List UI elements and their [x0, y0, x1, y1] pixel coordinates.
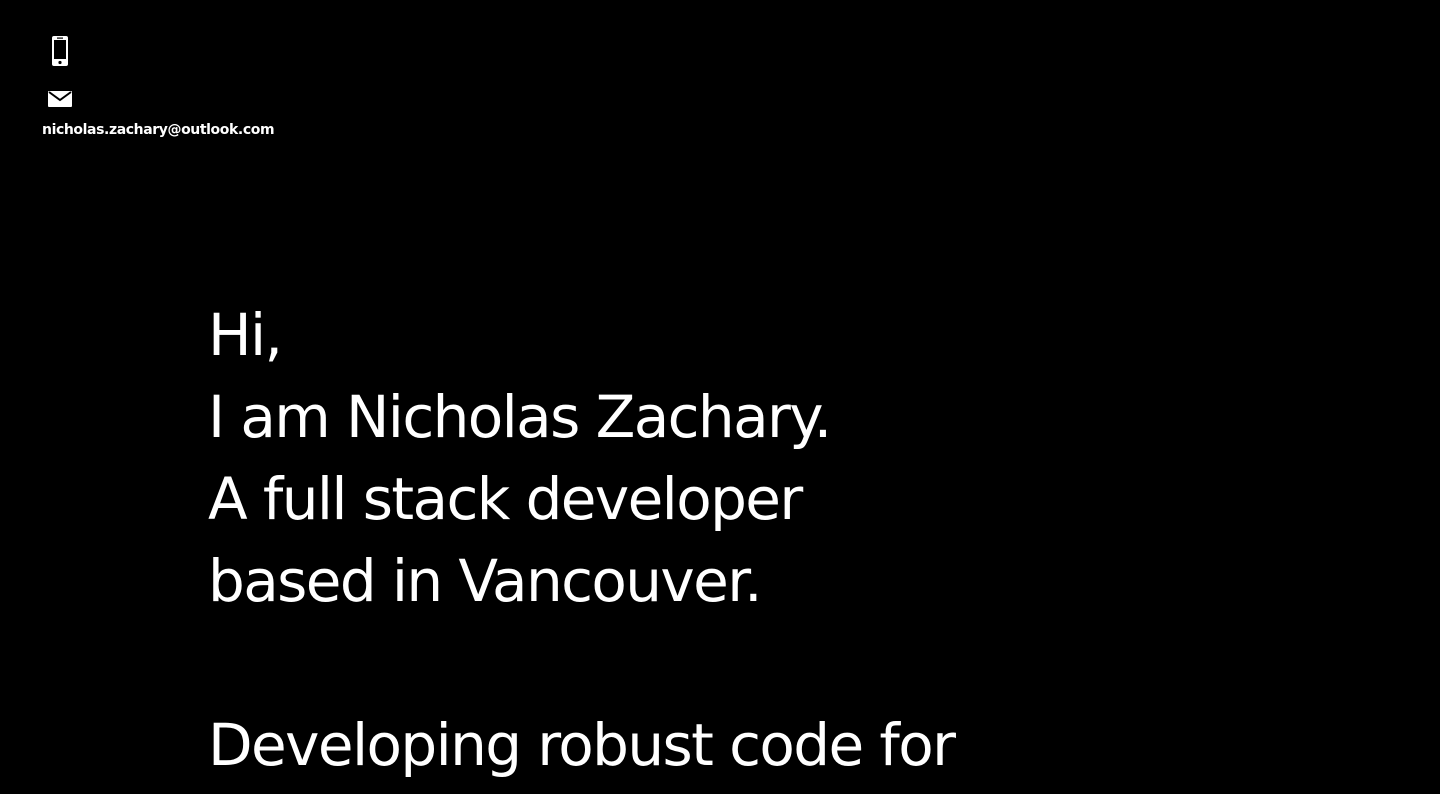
hero-spacer: [208, 622, 954, 704]
hero-role-line: A full stack developer: [208, 465, 803, 533]
hero-tagline: Developing robust code for: [208, 711, 956, 779]
hero-location-line: based in Vancouver.: [208, 547, 763, 615]
hero-name-line: I am Nicholas Zachary.: [208, 383, 832, 451]
email-link[interactable]: nicholas.zachary@outlook.com: [42, 122, 275, 138]
hero-intro: Hi, I am Nicholas Zachary. A full stack …: [208, 294, 956, 786]
phone-icon[interactable]: [51, 36, 69, 66]
envelope-icon[interactable]: [48, 91, 72, 107]
hero-greeting: Hi,: [208, 301, 283, 369]
